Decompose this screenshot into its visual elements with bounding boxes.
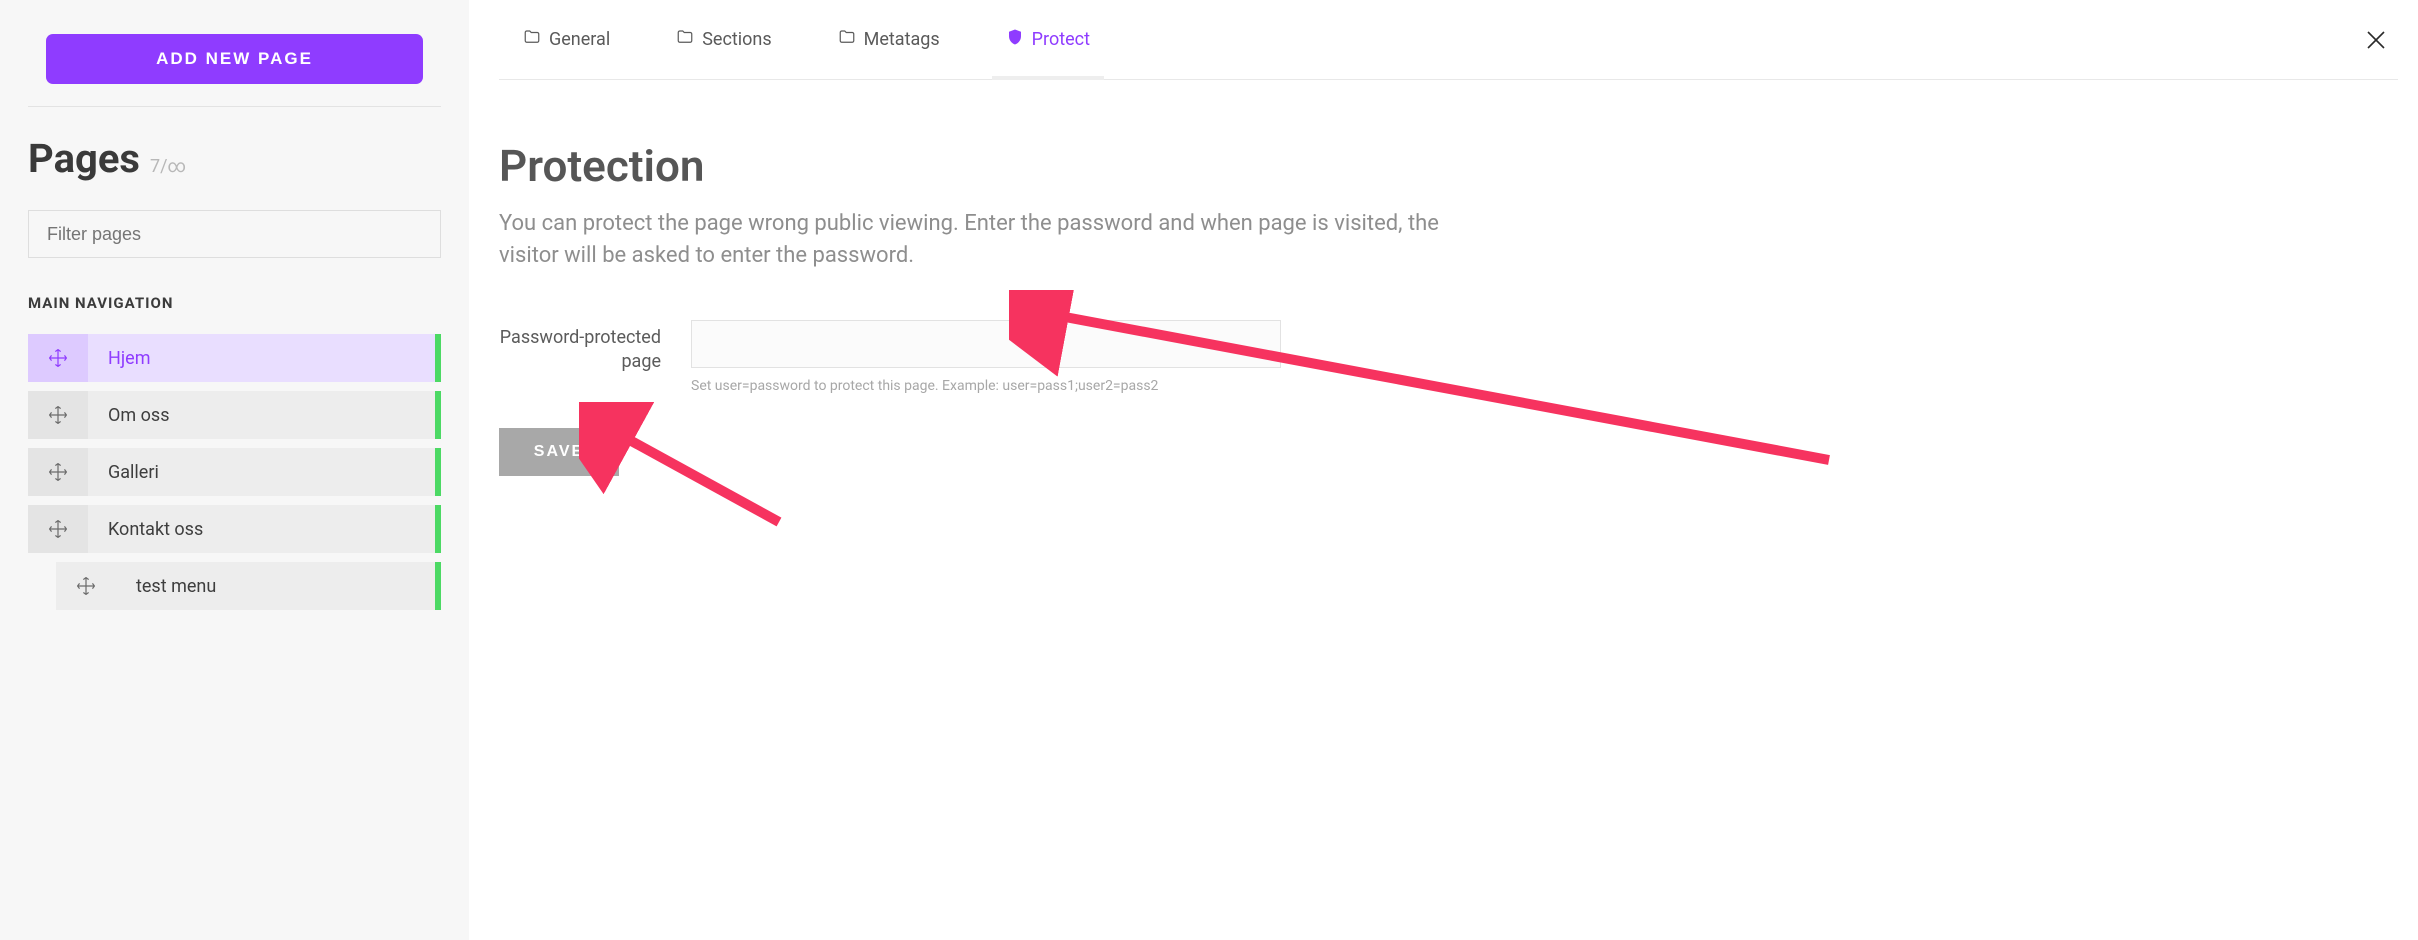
nav-item-galleri[interactable]: Galleri bbox=[28, 448, 441, 496]
status-stripe bbox=[435, 334, 441, 382]
drag-handle-icon[interactable] bbox=[28, 391, 88, 439]
close-icon bbox=[2364, 28, 2388, 52]
password-input[interactable] bbox=[691, 320, 1281, 368]
tab-label: Sections bbox=[702, 29, 771, 50]
nav-item-label: Kontakt oss bbox=[88, 519, 203, 540]
nav-item-label: Om oss bbox=[88, 405, 169, 426]
tab-label: Protect bbox=[1032, 29, 1090, 50]
main-navigation-label: MAIN NAVIGATION bbox=[28, 294, 441, 312]
tab-label: Metatags bbox=[864, 29, 940, 50]
pages-title: Pages bbox=[28, 135, 140, 182]
tab-sections[interactable]: Sections bbox=[676, 0, 771, 79]
nav-item-label: Galleri bbox=[88, 462, 159, 483]
filter-pages-input[interactable] bbox=[28, 210, 441, 258]
close-button[interactable] bbox=[2364, 28, 2388, 56]
status-stripe bbox=[435, 505, 441, 553]
nav-item-label: test menu bbox=[116, 576, 216, 597]
main-panel: General Sections Metatags Protect Protectio… bbox=[469, 0, 2418, 940]
password-hint: Set user=password to protect this page. … bbox=[691, 378, 1281, 394]
divider bbox=[28, 106, 441, 107]
folder-icon bbox=[838, 28, 856, 51]
drag-handle-icon[interactable] bbox=[28, 334, 88, 382]
pages-heading: Pages 7/∞ bbox=[28, 135, 441, 182]
status-stripe bbox=[435, 448, 441, 496]
status-stripe bbox=[435, 562, 441, 610]
drag-handle-icon[interactable] bbox=[56, 562, 116, 610]
tab-metatags[interactable]: Metatags bbox=[838, 0, 940, 79]
protection-content: Protection You can protect the page wron… bbox=[499, 80, 2398, 476]
tab-protect[interactable]: Protect bbox=[1006, 0, 1090, 79]
nav-item-kontakt-oss[interactable]: Kontakt oss bbox=[28, 505, 441, 553]
protection-heading: Protection bbox=[499, 140, 2398, 192]
nav-item-test-menu[interactable]: test menu bbox=[56, 562, 441, 610]
nav-item-om-oss[interactable]: Om oss bbox=[28, 391, 441, 439]
tab-label: General bbox=[549, 29, 610, 50]
status-stripe bbox=[435, 391, 441, 439]
nav-item-hjem[interactable]: Hjem bbox=[28, 334, 441, 382]
save-button[interactable]: SAVE bbox=[499, 428, 619, 476]
protection-description: You can protect the page wrong public vi… bbox=[499, 208, 1479, 272]
add-new-page-button[interactable]: ADD NEW PAGE bbox=[46, 34, 423, 84]
password-field-label: Password-protected page bbox=[499, 320, 661, 375]
folder-icon bbox=[676, 28, 694, 51]
tab-general[interactable]: General bbox=[523, 0, 610, 79]
nav-list: Hjem Om oss Galleri Kontakt oss test men… bbox=[28, 334, 441, 610]
folder-icon bbox=[523, 28, 541, 51]
drag-handle-icon[interactable] bbox=[28, 448, 88, 496]
nav-item-label: Hjem bbox=[88, 348, 150, 369]
pages-count: 7/∞ bbox=[150, 156, 186, 177]
password-field-control: Set user=password to protect this page. … bbox=[691, 320, 1281, 394]
password-form-row: Password-protected page Set user=passwor… bbox=[499, 320, 2398, 394]
sidebar: ADD NEW PAGE Pages 7/∞ MAIN NAVIGATION H… bbox=[0, 0, 469, 940]
shield-icon bbox=[1006, 28, 1024, 51]
tabs: General Sections Metatags Protect bbox=[499, 0, 2398, 80]
drag-handle-icon[interactable] bbox=[28, 505, 88, 553]
